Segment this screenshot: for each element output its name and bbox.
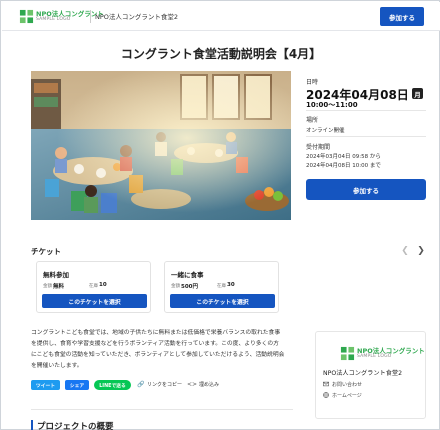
ticket-price-label: 金額	[171, 284, 180, 289]
header-org-name[interactable]: NPO法人コングラント食堂2	[95, 11, 178, 21]
tweet-label: ツイート	[35, 383, 56, 389]
header-join-button[interactable]: 参加する	[380, 7, 424, 26]
org-card-name[interactable]: NPO法人コングラント食堂2	[323, 368, 402, 377]
site-header: NPO法人コングラント SAMPLE LOGO NPO法人コングラント食堂2 参…	[2, 2, 440, 31]
ticket-card: 無料参加 金額 無料 在庫 10 このチケットを選択	[36, 261, 151, 313]
facebook-share-button[interactable]: シェア	[65, 380, 89, 390]
description-line: コングラントこども食堂では、地域の子供たちに無料または低価格で栄養バランスの取れ…	[31, 330, 281, 336]
ticket-price-label: 金額	[43, 284, 52, 289]
chevron-right-icon[interactable]: ❯	[415, 245, 427, 257]
share-bar: ツイート シェア LINEで送る 🔗 リンクをコピー <> 埋め込み	[31, 380, 293, 392]
join-button[interactable]: 参加する	[306, 179, 426, 200]
embed-button[interactable]: 埋め込み	[199, 381, 219, 388]
homepage-label: ホームページ	[332, 393, 362, 399]
ticket-stock-label: 在庫	[217, 284, 226, 289]
org-logo-icon	[19, 9, 34, 24]
description-line: にこども食堂の活動を知っていただき、ボランティアとして参加していただけるよう、活…	[31, 352, 285, 358]
ticket-name: 一緒に食事	[171, 271, 204, 279]
logo-sub: SAMPLE LOGO	[357, 354, 392, 359]
description-line: を提供し、食育や学習支援などを行うボランティア活動を行っています。この度、より多…	[31, 341, 279, 347]
project-overview-title: プロジェクトの概要	[37, 422, 114, 430]
select-ticket-button[interactable]: このチケットを選択	[42, 294, 147, 308]
org-logo[interactable]: NPO法人コングラント SAMPLE LOGO	[19, 8, 104, 25]
ticket-stock: 30	[227, 282, 235, 288]
venue-label: 場所	[306, 117, 319, 124]
chevron-left-icon[interactable]: ❮	[399, 245, 411, 257]
mail-icon	[323, 381, 329, 387]
event-venue: オンライン開催	[306, 128, 345, 134]
globe-icon	[323, 392, 329, 398]
period-end: 2024年04月08日 10:00 まで	[306, 163, 381, 169]
info-divider	[306, 110, 426, 111]
org-logo-icon	[340, 346, 355, 361]
tickets-list: 無料参加 金額 無料 在庫 10 このチケットを選択 一緒に食事 金額 500円…	[31, 258, 291, 318]
code-icon: <>	[187, 381, 198, 388]
page-frame: NPO法人コングラント SAMPLE LOGO NPO法人コングラント食堂2 参…	[0, 0, 440, 430]
organization-card: NPO法人コングラント SAMPLE LOGO NPO法人コングラント食堂2 お…	[315, 331, 426, 419]
ticket-name: 無料参加	[43, 271, 69, 279]
page-title: コングラント食堂活動説明会【4月】	[120, 47, 322, 61]
tickets-header: チケット ❮ ❯	[31, 245, 427, 259]
ticket-price: 500円	[181, 284, 198, 290]
event-weekday: 月	[412, 88, 423, 99]
logo-sub: SAMPLE LOGO	[36, 17, 71, 22]
link-icon: 🔗	[137, 381, 145, 388]
event-time: 10:00～11:00	[306, 101, 358, 109]
event-description: コングラントこども食堂では、地域の子供たちに無料または低価格で栄養バランスの取れ…	[31, 328, 293, 372]
ticket-stock: 10	[99, 282, 107, 288]
date-label: 日時	[306, 79, 319, 86]
contact-label: お問い合わせ	[332, 382, 363, 388]
select-ticket-button[interactable]: このチケットを選択	[170, 294, 275, 308]
description-line: を開催いたします。	[31, 363, 83, 369]
line-share-label: LINEで送る	[99, 383, 126, 389]
section-divider	[31, 409, 293, 410]
ticket-price: 無料	[53, 284, 65, 290]
facebook-share-label: シェア	[69, 383, 85, 389]
info-divider	[306, 136, 426, 137]
org-card-logo[interactable]: NPO法人コングラント SAMPLE LOGO	[340, 345, 425, 361]
period-label: 受付期間	[306, 144, 331, 151]
ticket-stock-label: 在庫	[89, 284, 98, 289]
ticket-card: 一緒に食事 金額 500円 在庫 30 このチケットを選択	[164, 261, 279, 313]
period-start: 2024年03月04日 09:58 から	[306, 154, 381, 160]
event-hero-image	[31, 71, 291, 220]
tweet-button[interactable]: ツイート	[31, 380, 60, 390]
heading-accent	[31, 420, 33, 430]
line-share-button[interactable]: LINEで送る	[94, 380, 131, 390]
copy-link-button[interactable]: リンクをコピー	[147, 381, 182, 388]
project-overview-heading: プロジェクトの概要	[31, 420, 293, 430]
header-divider	[90, 10, 91, 23]
tickets-heading: チケット	[31, 247, 61, 256]
